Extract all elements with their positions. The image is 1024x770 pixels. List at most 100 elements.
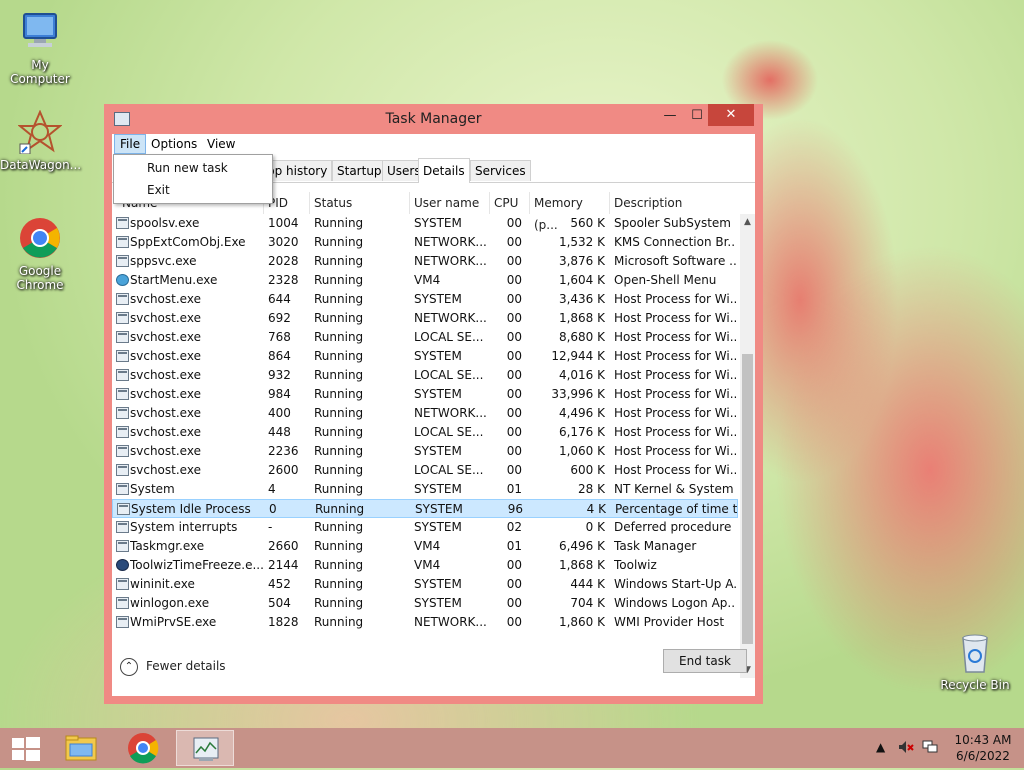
cell-cpu: 01	[506, 539, 522, 553]
menu-view[interactable]: View	[202, 135, 240, 153]
cell-name: sppsvc.exe	[130, 254, 197, 268]
windows-logo-icon	[12, 737, 40, 761]
cell-pid: 2328	[268, 273, 299, 287]
cell-name: svchost.exe	[130, 425, 201, 439]
computer-icon	[18, 10, 62, 54]
cell-user: VM4	[414, 539, 441, 553]
cell-user: SYSTEM	[414, 520, 462, 534]
scrollbar-thumb[interactable]	[742, 354, 753, 644]
column-header-memory[interactable]: Memory (p...	[530, 192, 610, 232]
cell-mem: 600 K	[570, 463, 605, 477]
cell-pid: 452	[268, 577, 291, 591]
taskbar-task-manager[interactable]	[176, 730, 234, 766]
cell-user: SYSTEM	[414, 292, 462, 306]
network-icon[interactable]	[922, 740, 938, 757]
cell-user: VM4	[414, 558, 441, 572]
end-task-button[interactable]: End task	[663, 649, 747, 673]
table-row[interactable]: sppsvc.exe 2028 Running NETWORK... 00 3,876 K…	[112, 252, 738, 271]
taskbar-clock[interactable]: 10:43 AM 6/6/2022	[948, 732, 1018, 764]
table-row[interactable]: SppExtComObj.Exe 3020 Running NETWORK... 00 1…	[112, 233, 738, 252]
cell-cpu: 00	[506, 558, 522, 572]
table-row[interactable]: svchost.exe 448 Running LOCAL SE... 00 6,176 …	[112, 423, 738, 442]
process-icon	[116, 217, 129, 229]
cell-name: svchost.exe	[130, 311, 201, 325]
minimize-button[interactable]: —	[660, 106, 680, 126]
desktop-icon-recycle-bin[interactable]: Recycle Bin	[935, 630, 1015, 692]
menu-options[interactable]: Options	[146, 135, 202, 153]
table-row[interactable]: ToolwizTimeFreeze.e... 2144 Running VM4 00 1,…	[112, 556, 738, 575]
volume-muted-icon[interactable]	[898, 740, 914, 757]
table-row[interactable]: spoolsv.exe 1004 Running SYSTEM 00 560 K Spool…	[112, 214, 738, 233]
cell-name: svchost.exe	[130, 368, 201, 382]
show-hidden-icons-icon[interactable]: ▲	[876, 740, 885, 754]
table-row[interactable]: svchost.exe 2600 Running LOCAL SE... 00 600 K…	[112, 461, 738, 480]
table-row[interactable]: svchost.exe 2236 Running SYSTEM 00 1,060 K Hos…	[112, 442, 738, 461]
cell-status: Running	[314, 444, 364, 458]
table-row[interactable]: StartMenu.exe 2328 Running VM4 00 1,604 K Open…	[112, 271, 738, 290]
cell-user: NETWORK...	[414, 615, 487, 629]
menu-item-run-new-task[interactable]: Run new task	[147, 158, 228, 178]
table-row[interactable]: svchost.exe 644 Running SYSTEM 00 3,436 K Host…	[112, 290, 738, 309]
table-row[interactable]: Taskmgr.exe 2660 Running VM4 01 6,496 K Task M…	[112, 537, 738, 556]
column-header-description[interactable]: Description	[610, 192, 740, 214]
column-header-status[interactable]: Status	[310, 192, 410, 214]
process-icon	[116, 445, 129, 457]
cell-status: Running	[314, 330, 364, 344]
column-header-cpu[interactable]: CPU	[490, 192, 530, 214]
process-icon	[116, 464, 129, 476]
table-row[interactable]: svchost.exe 400 Running NETWORK... 00 4,496 K…	[112, 404, 738, 423]
desktop-icon-my-computer[interactable]: My Computer	[0, 10, 80, 86]
column-header-user-name[interactable]: User name	[410, 192, 490, 214]
table-row[interactable]: WmiPrvSE.exe 1828 Running NETWORK... 00 1,860…	[112, 613, 738, 632]
cell-user: SYSTEM	[414, 482, 462, 496]
cell-name: svchost.exe	[130, 292, 201, 306]
close-button[interactable]: ✕	[708, 104, 754, 126]
table-row[interactable]: System interrupts - Running SYSTEM 02 0 K Defe…	[112, 518, 738, 537]
desktop-icon-datawagon[interactable]: DataWagon...	[0, 109, 82, 172]
cell-status: Running	[314, 349, 364, 363]
desktop-icon-label: DataWagon...	[0, 158, 82, 172]
menu-item-exit[interactable]: Exit	[147, 180, 170, 200]
process-icon	[116, 274, 129, 286]
process-icon	[116, 597, 129, 609]
cell-cpu: 00	[506, 254, 522, 268]
table-row[interactable]: winlogon.exe 504 Running SYSTEM 00 704 K Windo…	[112, 594, 738, 613]
tab-services[interactable]: Services	[470, 160, 531, 181]
start-button[interactable]	[0, 730, 58, 766]
desktop-icon-google-chrome[interactable]: Google Chrome	[0, 216, 80, 292]
cell-pid: 448	[268, 425, 291, 439]
table-row[interactable]: svchost.exe 768 Running LOCAL SE... 00 8,680 …	[112, 328, 738, 347]
cell-name: svchost.exe	[130, 463, 201, 477]
tab-details[interactable]: Details	[418, 158, 470, 183]
cell-name: Taskmgr.exe	[130, 539, 205, 553]
window-client: File Options View pp history Startup Use…	[112, 134, 755, 696]
fewer-details-link[interactable]: ⌃ Fewer details	[120, 656, 226, 676]
vertical-scrollbar[interactable]: ▲ ▼	[740, 214, 755, 678]
table-row[interactable]: System 4 Running SYSTEM 01 28 K NT Kernel & Sy…	[112, 480, 738, 499]
clock-time: 10:43 AM	[954, 733, 1012, 747]
cell-name: wininit.exe	[130, 577, 195, 591]
chrome-icon	[128, 733, 159, 764]
taskbar-file-explorer[interactable]	[52, 730, 110, 766]
maximize-button[interactable]: ☐	[687, 106, 707, 126]
cell-pid: 864	[268, 349, 291, 363]
table-row[interactable]: wininit.exe 452 Running SYSTEM 00 444 K Window…	[112, 575, 738, 594]
process-icon	[116, 350, 129, 362]
process-table: Name PID Status User name CPU Memory (p.…	[112, 192, 755, 678]
title-bar[interactable]: Task Manager — ☐ ✕	[104, 104, 763, 134]
table-row[interactable]: svchost.exe 864 Running SYSTEM 00 12,944 K Hos…	[112, 347, 738, 366]
cell-mem: 4,496 K	[558, 406, 605, 420]
process-icon	[116, 559, 129, 571]
tab-startup[interactable]: Startup	[332, 160, 387, 181]
menu-file[interactable]: File	[114, 134, 147, 154]
taskbar-chrome[interactable]	[114, 730, 172, 766]
cell-status: Running	[314, 368, 364, 382]
cell-pid: 692	[268, 311, 291, 325]
desktop-icon-label: Google Chrome	[16, 264, 64, 292]
table-row[interactable]: System Idle Process 0 Running SYSTEM 96 4 K Pe…	[112, 499, 738, 518]
cell-desc: Host Process for Wi...	[614, 292, 736, 306]
table-row[interactable]: svchost.exe 932 Running LOCAL SE... 00 4,016 …	[112, 366, 738, 385]
table-row[interactable]: svchost.exe 984 Running SYSTEM 00 33,996 K Hos…	[112, 385, 738, 404]
scroll-up-arrow-icon[interactable]: ▲	[740, 214, 755, 230]
table-row[interactable]: svchost.exe 692 Running NETWORK... 00 1,868 K…	[112, 309, 738, 328]
